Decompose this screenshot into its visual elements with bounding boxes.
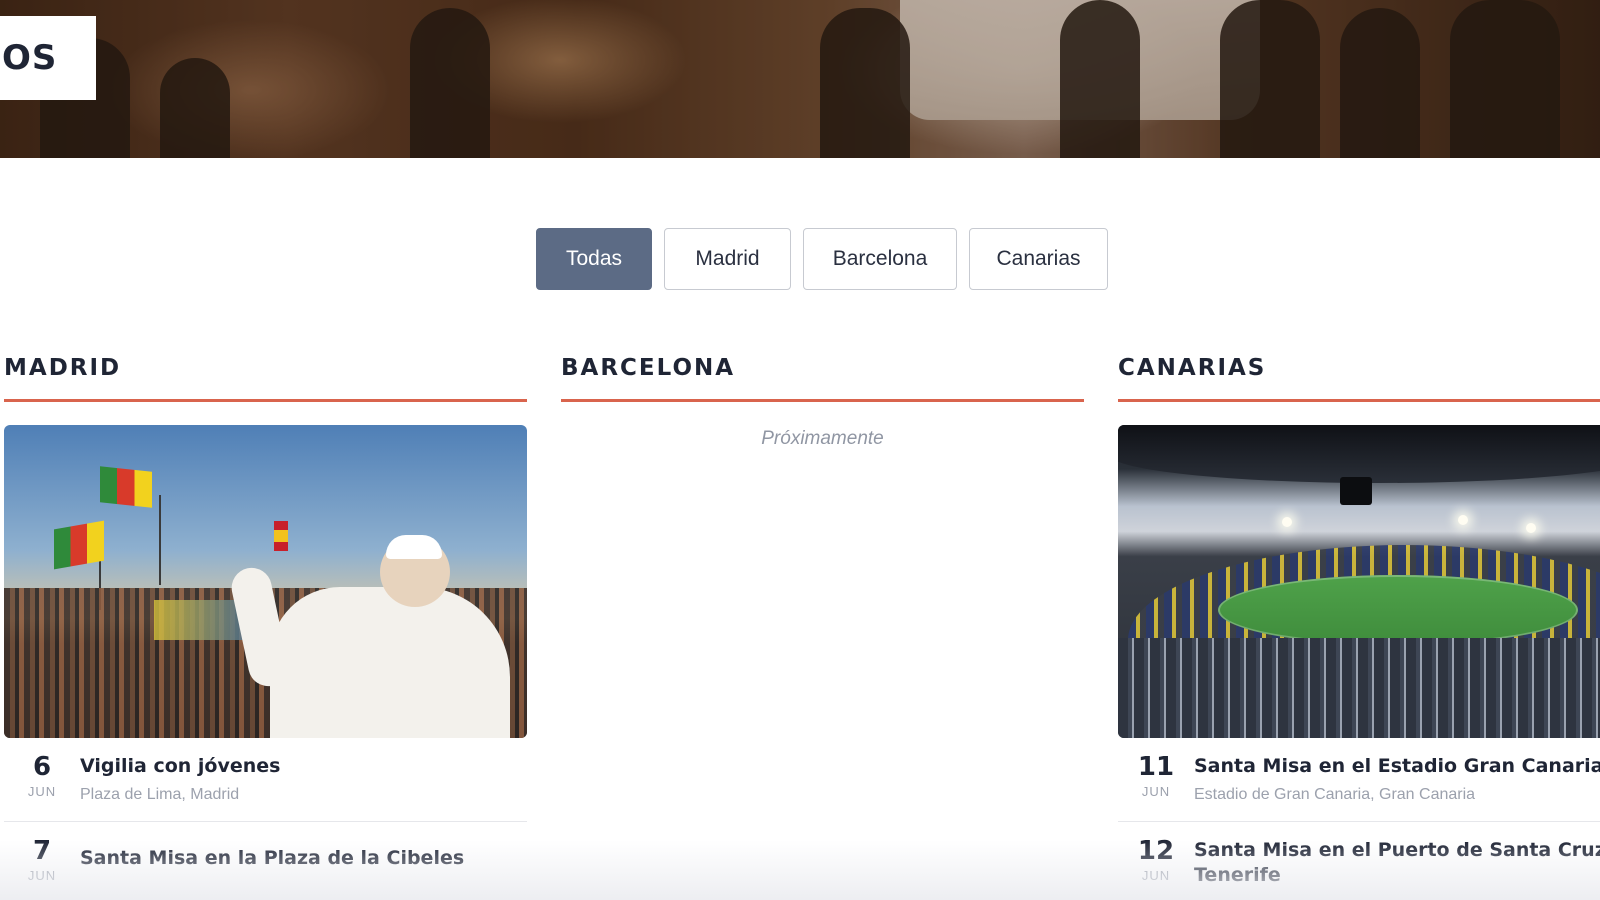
event-item[interactable]: 7 JUN Santa Misa en la Plaza de la Cibel… [4, 822, 527, 900]
event-date: 7 JUN [4, 836, 80, 900]
event-month: JUN [1141, 868, 1171, 883]
column-divider [1118, 399, 1600, 402]
filter-todas-button[interactable]: Todas [536, 228, 652, 290]
speaker-cluster [1340, 477, 1372, 505]
event-item[interactable]: 6 JUN Vigilia con jóvenes Plaza de Lima,… [4, 738, 527, 822]
event-day: 6 [32, 752, 52, 782]
column-divider [561, 399, 1084, 402]
column-barcelona: BARCELONA Próximamente [561, 350, 1084, 450]
column-title: MADRID [4, 355, 122, 381]
event-month: JUN [1141, 784, 1171, 799]
madrid-event-image[interactable] [4, 425, 527, 738]
column-title: CANARIAS [1118, 355, 1267, 381]
event-date: 6 JUN [4, 752, 80, 821]
column-madrid: MADRID 6 JUN Vigilia con jóvenes Plaza d… [4, 350, 527, 900]
flag-image [100, 466, 152, 508]
event-title[interactable]: Santa Misa en la Plaza de la Cibeles [80, 846, 527, 871]
event-date: 11 JUN [1118, 752, 1194, 821]
hero-title-box: OS [0, 16, 96, 100]
filter-madrid-button[interactable]: Madrid [664, 228, 791, 290]
coming-soon-text: Próximamente [761, 428, 884, 449]
event-title[interactable]: Santa Misa en el Puerto de Santa Cruz de… [1194, 838, 1600, 888]
event-item[interactable]: 11 JUN Santa Misa en el Estadio Gran Can… [1118, 738, 1600, 822]
filter-barcelona-button[interactable]: Barcelona [803, 228, 957, 290]
canarias-event-image[interactable] [1118, 425, 1600, 738]
column-divider [4, 399, 527, 402]
hero-title: OS [2, 38, 58, 78]
event-day: 11 [1137, 752, 1175, 782]
column-canarias: CANARIAS 11 JUN Santa Misa en el Estadio… [1118, 350, 1600, 900]
event-month: JUN [27, 868, 57, 883]
event-day: 12 [1137, 836, 1175, 866]
event-date: 12 JUN [1118, 836, 1194, 900]
city-filter-group: Todas Madrid Barcelona Canarias [536, 228, 1108, 290]
event-title[interactable]: Vigilia con jóvenes [80, 754, 527, 779]
event-place: Plaza de Lima, Madrid [80, 786, 240, 803]
event-month: JUN [27, 784, 57, 799]
filter-canarias-button[interactable]: Canarias [969, 228, 1108, 290]
pope-figure [227, 535, 510, 738]
event-day: 7 [32, 836, 52, 866]
event-item[interactable]: 12 JUN Santa Misa en el Puerto de Santa … [1118, 822, 1600, 900]
hero-banner: OS [0, 0, 1600, 158]
column-title: BARCELONA [561, 355, 736, 381]
event-place: Estadio de Gran Canaria, Gran Canaria [1194, 786, 1476, 803]
event-title[interactable]: Santa Misa en el Estadio Gran Canaria [1194, 754, 1600, 779]
